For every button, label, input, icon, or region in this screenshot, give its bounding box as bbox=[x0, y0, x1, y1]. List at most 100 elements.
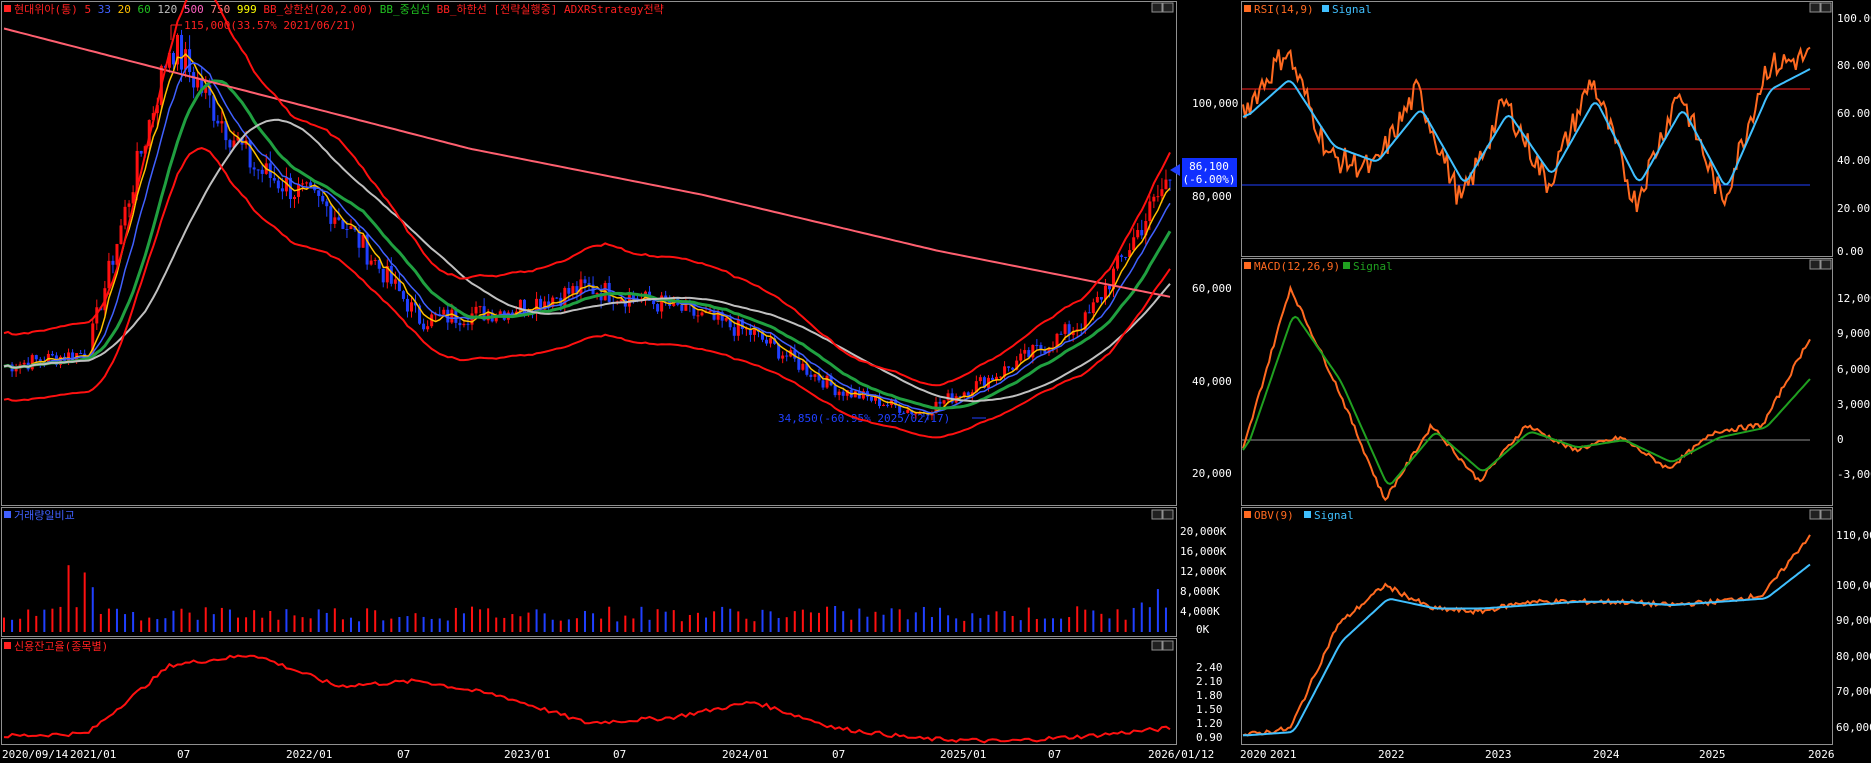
rsi-panel[interactable] bbox=[1241, 1, 1833, 257]
volume-bar bbox=[963, 620, 966, 632]
volume-bar bbox=[1156, 589, 1159, 632]
volume-bar bbox=[850, 619, 853, 632]
volume-bar bbox=[535, 609, 538, 632]
candle-body bbox=[1091, 302, 1095, 314]
candle-body bbox=[837, 391, 841, 396]
candle-body bbox=[990, 377, 994, 380]
volume-bar bbox=[906, 619, 909, 632]
maximize-icon[interactable] bbox=[1151, 640, 1163, 651]
close-icon[interactable] bbox=[1820, 509, 1832, 520]
volume-bar bbox=[51, 608, 54, 632]
candle-body bbox=[1087, 312, 1091, 314]
maximize-icon[interactable] bbox=[1809, 509, 1821, 520]
volume-bar bbox=[269, 610, 272, 632]
candle-body bbox=[192, 72, 196, 88]
legend-item: 120 bbox=[151, 3, 178, 16]
y-tick-label: 20,000K bbox=[1180, 525, 1227, 538]
volume-bar bbox=[551, 619, 554, 632]
candle-body bbox=[732, 327, 736, 336]
macd-title-main: MACD(12,26,9) bbox=[1254, 260, 1340, 273]
candle-body bbox=[736, 319, 740, 336]
volume-bar bbox=[1043, 618, 1046, 632]
maximize-icon[interactable] bbox=[1809, 2, 1821, 13]
volume-bar bbox=[414, 613, 417, 632]
credit-title-text: 신용잔고율(종목별) bbox=[14, 640, 108, 653]
y-tick-label: 6,000 bbox=[1837, 363, 1870, 376]
candle-body bbox=[442, 309, 446, 315]
close-icon[interactable] bbox=[1162, 509, 1174, 520]
volume-bar bbox=[1100, 613, 1103, 632]
volume-bar bbox=[971, 613, 974, 632]
maximize-icon[interactable] bbox=[1151, 2, 1163, 13]
candle-body bbox=[1164, 179, 1168, 190]
credit-panel[interactable] bbox=[1, 638, 1177, 745]
volume-bar bbox=[1003, 611, 1006, 632]
close-icon[interactable] bbox=[1820, 259, 1832, 270]
volume-bar bbox=[180, 608, 183, 632]
y-tick-label: 2.10 bbox=[1196, 675, 1223, 688]
candle-body bbox=[966, 392, 970, 396]
candle-body bbox=[797, 358, 801, 370]
volume-bar bbox=[148, 617, 151, 632]
candle-body bbox=[914, 413, 918, 415]
volume-bar bbox=[261, 617, 264, 632]
volume-bar bbox=[172, 610, 175, 632]
candle-body bbox=[478, 306, 482, 308]
candle-body bbox=[1156, 196, 1160, 198]
macd-panel[interactable] bbox=[1241, 258, 1833, 506]
rsi-signal-line bbox=[1242, 68, 1811, 186]
volume-bar bbox=[438, 618, 441, 632]
close-icon[interactable] bbox=[1162, 2, 1174, 13]
chart-workspace: 현대위아(통) 5 33 20 60 120 500 750 999 BB_상한… bbox=[1, 0, 1871, 761]
volume-bar bbox=[1116, 609, 1119, 632]
volume-bar bbox=[1084, 609, 1087, 632]
volume-bar bbox=[454, 607, 457, 632]
candle-body bbox=[1007, 366, 1011, 368]
volume-bar bbox=[1051, 618, 1054, 632]
obv-title-signal: Signal bbox=[1314, 509, 1354, 522]
close-icon[interactable] bbox=[1820, 2, 1832, 13]
volume-bar bbox=[785, 617, 788, 632]
volume-bar bbox=[559, 620, 562, 632]
obv-title: OBV(9) Signal bbox=[1244, 509, 1354, 522]
candle-body bbox=[381, 268, 385, 283]
volume-bar bbox=[527, 612, 530, 632]
window-controls bbox=[1151, 2, 1832, 651]
main-header: 현대위아(통) 5 33 20 60 120 500 750 999 BB_상한… bbox=[4, 2, 664, 16]
legend-item: 60 bbox=[131, 3, 151, 16]
volume-panel[interactable] bbox=[1, 507, 1177, 637]
volume-bar bbox=[75, 607, 78, 632]
volume-bar bbox=[809, 612, 812, 632]
maximize-icon[interactable] bbox=[1151, 509, 1163, 520]
x-tick-label: 2023 bbox=[1485, 748, 1512, 761]
main-price-panel[interactable] bbox=[1, 1, 1177, 506]
volume-bar bbox=[922, 606, 925, 632]
obv-panel[interactable] bbox=[1241, 507, 1833, 745]
close-icon[interactable] bbox=[1162, 640, 1174, 651]
y-tick-label: 60,000K bbox=[1836, 721, 1871, 734]
volume-title: 거래량일비교 bbox=[4, 508, 75, 522]
volume-bar bbox=[834, 606, 837, 632]
obv-signal-line bbox=[1242, 563, 1811, 737]
candle-body bbox=[571, 286, 575, 294]
volume-bar bbox=[721, 606, 724, 632]
y-tick-label: 110,000K bbox=[1836, 529, 1871, 542]
y-tick-label: 90,000K bbox=[1836, 614, 1871, 627]
volume-bar bbox=[325, 612, 328, 632]
maximize-icon[interactable] bbox=[1809, 259, 1821, 270]
candle-body bbox=[405, 298, 409, 312]
candle-body bbox=[196, 78, 200, 88]
volume-bar bbox=[890, 608, 893, 632]
volume-bar bbox=[220, 607, 223, 632]
x-tick-label: 07 bbox=[613, 748, 626, 761]
y-tick-label: 4,000K bbox=[1180, 605, 1220, 618]
candle-body bbox=[882, 404, 886, 406]
candle-body bbox=[785, 355, 789, 357]
volume-bar bbox=[1076, 606, 1079, 632]
candle-body bbox=[373, 260, 377, 262]
x-tick-label: 07 bbox=[177, 748, 190, 761]
candle-body bbox=[680, 304, 684, 311]
candle-body bbox=[345, 228, 349, 230]
y-tick-label: 100,000K bbox=[1836, 579, 1871, 592]
obv-line bbox=[1242, 534, 1811, 737]
